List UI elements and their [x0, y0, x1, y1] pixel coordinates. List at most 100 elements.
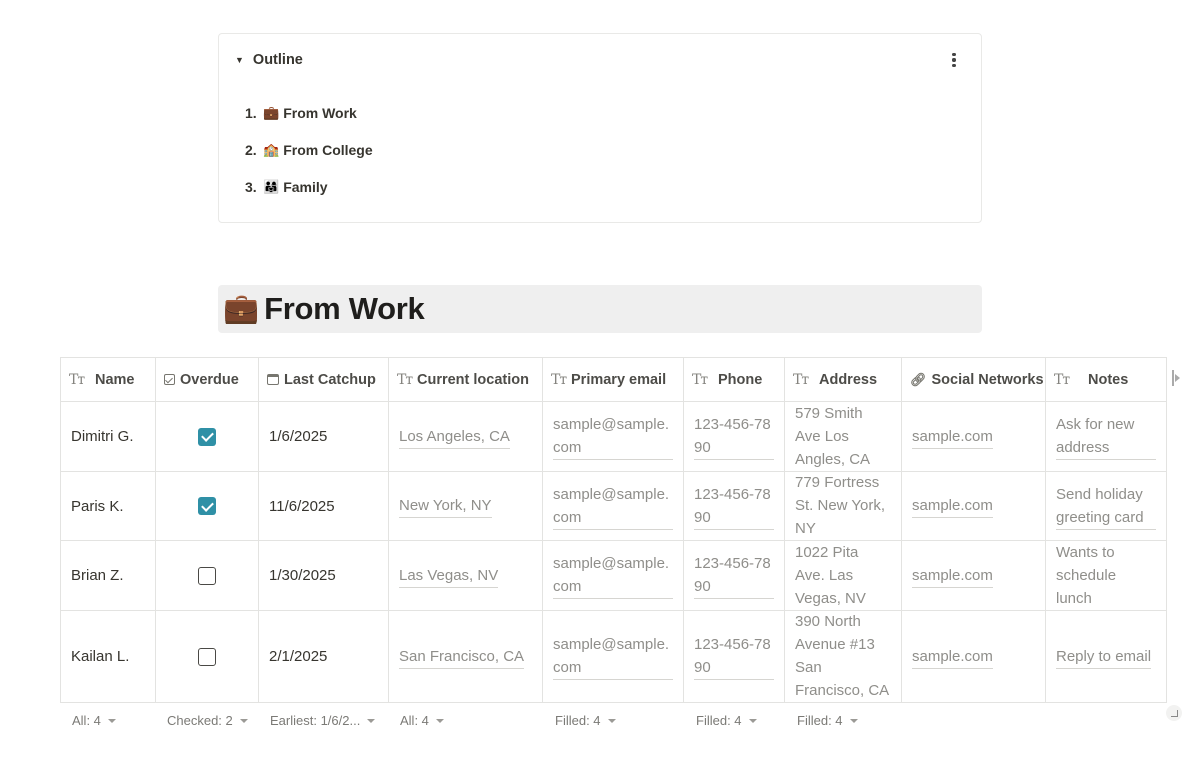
calc-name[interactable]: All: 4 [72, 713, 116, 728]
phone-value: 123-456-7890 [694, 413, 774, 460]
text-property-icon: Tт [1054, 371, 1070, 388]
outline-item-label[interactable]: From Work [283, 105, 357, 121]
name-value: Dimitri G. [71, 428, 134, 445]
table-row[interactable]: Dimitri G. 1/6/2025 Los Angeles, CA samp… [60, 402, 1167, 472]
notes-cell[interactable]: Reply to email [1045, 611, 1167, 702]
family-icon: 👨‍👩‍👧 [263, 179, 280, 194]
address-value: 579 Smith Ave Los Angles, CA [795, 402, 891, 471]
social-cell[interactable]: sample.com [901, 402, 1045, 471]
date-value: 2/1/2025 [269, 648, 328, 665]
last-catchup-cell[interactable]: 1/6/2025 [258, 402, 388, 471]
column-header-overdue[interactable]: Overdue [155, 358, 258, 401]
more-options-icon[interactable] [949, 51, 959, 71]
social-link[interactable]: sample.com [912, 425, 993, 449]
last-catchup-cell[interactable]: 11/6/2025 [258, 472, 388, 540]
calc-address[interactable]: Filled: 4 [797, 713, 858, 728]
table-row[interactable]: Paris K. 11/6/2025 New York, NY sample@s… [60, 472, 1167, 541]
overdue-cell[interactable] [155, 611, 258, 702]
outline-item-number: 1. [245, 105, 257, 121]
overdue-cell[interactable] [155, 402, 258, 471]
address-cell[interactable]: 390 North Avenue #13 San Francisco, CA [784, 611, 901, 702]
overdue-cell[interactable] [155, 472, 258, 540]
address-cell[interactable]: 579 Smith Ave Los Angles, CA [784, 402, 901, 471]
social-link[interactable]: sample.com [912, 645, 993, 669]
email-value: sample@sample.com [553, 483, 673, 530]
column-header-social-networks[interactable]: 🔗︎ Social Networks [901, 358, 1045, 401]
overdue-checkbox[interactable] [198, 497, 216, 515]
name-cell[interactable]: Brian Z. [60, 541, 155, 610]
briefcase-icon: 💼 [263, 105, 280, 120]
date-value: 11/6/2025 [269, 497, 335, 515]
section-title[interactable]: From Work [264, 291, 425, 327]
calc-overdue[interactable]: Checked: 2 [167, 713, 248, 728]
caret-down-icon[interactable]: ▼ [235, 55, 244, 65]
notes-cell[interactable]: Send holiday greeting card [1045, 472, 1167, 540]
location-cell[interactable]: San Francisco, CA [388, 611, 542, 702]
column-header-label: Primary email [571, 371, 667, 388]
column-header-current-location[interactable]: Tт Current location [388, 358, 542, 401]
notes-cell[interactable]: Wants to schedule lunch [1045, 541, 1167, 610]
chevron-down-icon [607, 718, 616, 723]
name-cell[interactable]: Paris K. [60, 472, 155, 540]
resize-icon[interactable] [1166, 705, 1182, 721]
table-row[interactable]: Kailan L. 2/1/2025 San Francisco, CA sam… [60, 611, 1167, 702]
outline-item-number: 3. [245, 179, 257, 195]
email-value: sample@sample.com [553, 552, 673, 599]
social-cell[interactable]: sample.com [901, 541, 1045, 610]
social-link[interactable]: sample.com [912, 564, 993, 588]
social-cell[interactable]: sample.com [901, 611, 1045, 702]
location-value: Las Vegas, NV [399, 564, 499, 588]
phone-cell[interactable]: 123-456-7890 [683, 541, 784, 610]
overdue-checkbox[interactable] [198, 427, 216, 446]
email-cell[interactable]: sample@sample.com [542, 611, 683, 702]
notes-cell[interactable]: Ask for new address [1045, 402, 1167, 471]
column-header-name[interactable]: Tт Name [60, 358, 155, 401]
name-cell[interactable]: Dimitri G. [60, 402, 155, 471]
phone-cell[interactable]: 123-456-7890 [683, 402, 784, 471]
outline-item-label[interactable]: Family [283, 179, 327, 195]
date-value: 1/30/2025 [269, 567, 336, 584]
overdue-checkbox[interactable] [198, 647, 216, 666]
overdue-cell[interactable] [155, 541, 258, 610]
name-value: Paris K. [71, 497, 124, 515]
outline-item[interactable]: 3. 👨‍👩‍👧 Family [245, 179, 373, 216]
column-header-address[interactable]: Tт Address [784, 358, 901, 401]
name-cell[interactable]: Kailan L. [60, 611, 155, 702]
overdue-checkbox[interactable] [198, 566, 216, 585]
last-catchup-cell[interactable]: 2/1/2025 [258, 611, 388, 702]
address-cell[interactable]: 1022 Pita Ave. Las Vegas, NV [784, 541, 901, 610]
address-cell[interactable]: 779 Fortress St. New York, NY [784, 472, 901, 540]
chevron-down-icon [849, 718, 858, 723]
text-property-icon: Tт [692, 371, 708, 388]
last-catchup-cell[interactable]: 1/30/2025 [258, 541, 388, 610]
phone-cell[interactable]: 123-456-7890 [683, 611, 784, 702]
location-cell[interactable]: New York, NY [388, 472, 542, 540]
column-header-primary-email[interactable]: Tт Primary email [542, 358, 683, 401]
column-header-notes[interactable]: Tт Notes [1045, 358, 1167, 401]
table-row[interactable]: Brian Z. 1/30/2025 Las Vegas, NV sample@… [60, 541, 1167, 611]
column-header-phone[interactable]: Tт Phone [683, 358, 784, 401]
email-cell[interactable]: sample@sample.com [542, 472, 683, 540]
outline-item[interactable]: 1. 💼 From Work [245, 105, 373, 142]
chevron-down-icon [239, 718, 248, 723]
outline-toggle[interactable]: ▼ Outline [235, 52, 303, 68]
calc-label: Earliest: 1/6/2... [270, 713, 361, 728]
social-link[interactable]: sample.com [912, 494, 993, 518]
calc-location[interactable]: All: 4 [400, 713, 444, 728]
outline-item[interactable]: 2. 🏫 From College [245, 142, 373, 179]
email-cell[interactable]: sample@sample.com [542, 541, 683, 610]
phone-cell[interactable]: 123-456-7890 [683, 472, 784, 540]
email-cell[interactable]: sample@sample.com [542, 402, 683, 471]
column-header-last-catchup[interactable]: Last Catchup [258, 358, 388, 401]
expand-columns-icon[interactable] [1172, 370, 1180, 386]
social-cell[interactable]: sample.com [901, 472, 1045, 540]
briefcase-icon: 💼 [223, 292, 260, 325]
location-cell[interactable]: Los Angeles, CA [388, 402, 542, 471]
location-cell[interactable]: Las Vegas, NV [388, 541, 542, 610]
calc-email[interactable]: Filled: 4 [555, 713, 616, 728]
calc-phone[interactable]: Filled: 4 [696, 713, 757, 728]
outline-item-label[interactable]: From College [283, 142, 372, 158]
calc-label: Filled: 4 [797, 713, 843, 728]
calc-last-catchup[interactable]: Earliest: 1/6/2... [270, 713, 376, 728]
notes-value: Wants to schedule lunch [1056, 541, 1156, 610]
